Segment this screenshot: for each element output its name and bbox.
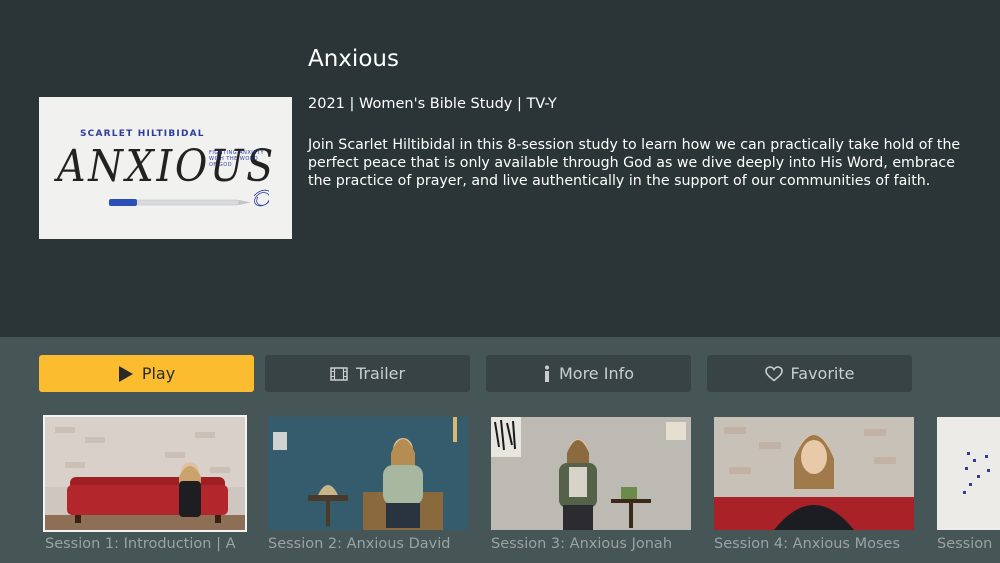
episode-caption-2: Session 2: Anxious David: [268, 536, 451, 552]
episode-caption-3: Session 3: Anxious Jonah: [491, 536, 673, 552]
film-icon: [330, 366, 348, 381]
episode-thumbnail-5[interactable]: [937, 417, 1000, 530]
episode-caption-4: Session 4: Anxious Moses: [714, 536, 901, 552]
more-info-button[interactable]: More Info: [486, 355, 691, 392]
episode-caption-1: Session 1: Introduction | A: [45, 536, 236, 552]
show-title: Anxious: [308, 46, 399, 72]
info-icon: [543, 365, 551, 383]
episode-thumbnail-3[interactable]: [491, 417, 691, 530]
poster-author: SCARLET HILTIBIDAL: [80, 129, 205, 139]
poster-tagline: Fighting anxiety with the word of God: [209, 150, 265, 168]
favorite-button-label: Favorite: [790, 364, 855, 383]
play-icon: [118, 365, 134, 383]
trailer-button-label: Trailer: [355, 364, 406, 383]
show-description: Join Scarlet Hiltibidal in this 8-sessio…: [308, 137, 961, 189]
trailer-button[interactable]: Trailer: [265, 355, 470, 392]
play-button-label: Play: [141, 364, 176, 383]
episode-thumbnail-4[interactable]: [714, 417, 914, 530]
more-info-button-label: More Info: [558, 364, 635, 383]
play-button[interactable]: Play: [39, 355, 254, 392]
pen-illustration-icon: [108, 189, 269, 207]
episode-caption-5: Session: [937, 536, 993, 552]
episode-thumbnail-1[interactable]: [43, 415, 247, 532]
show-metadata: 2021 | Women's Bible Study | TV-Y: [308, 96, 557, 112]
show-poster: SCARLET HILTIBIDAL ANXIOUS Fighting anxi…: [39, 97, 292, 239]
heart-icon: [764, 365, 783, 382]
episode-thumbnail-2[interactable]: [268, 417, 468, 530]
favorite-button[interactable]: Favorite: [707, 355, 912, 392]
